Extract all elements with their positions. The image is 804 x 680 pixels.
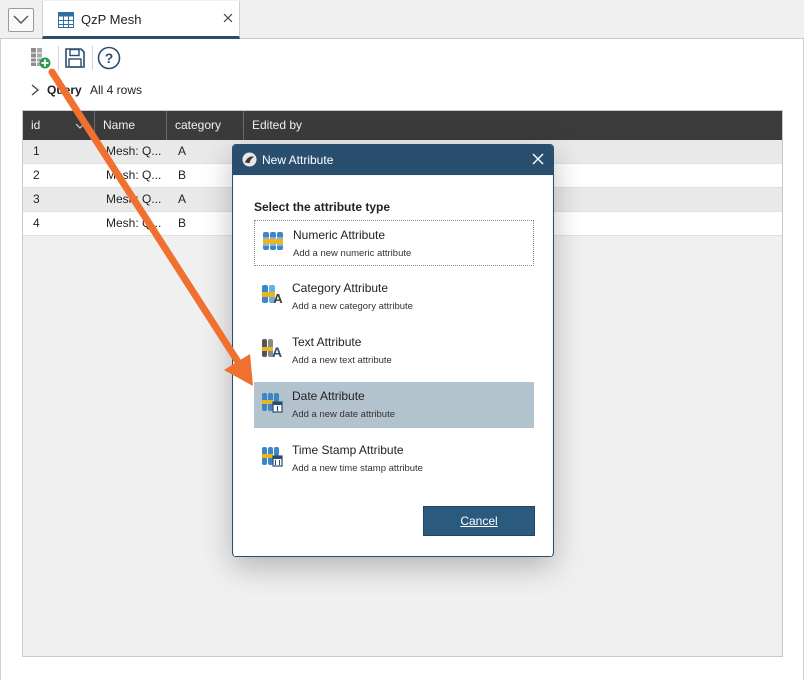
svg-text:A: A	[272, 344, 282, 359]
option-description: Add a new time stamp attribute	[292, 463, 423, 474]
dialog-body: Select the attribute type Numeric Attrib…	[234, 176, 552, 556]
dialog-subtitle: Select the attribute type	[254, 200, 391, 214]
cell-category: A	[178, 192, 187, 206]
dialog-title-bar[interactable]: New Attribute	[233, 145, 553, 175]
option-label: Date Attribute	[292, 389, 365, 403]
toolbar-separator	[92, 46, 93, 70]
tab-strip: QzP Mesh	[0, 0, 804, 39]
option-time-stamp-attribute[interactable]: Time Stamp Attribute Add a new time stam…	[254, 436, 534, 482]
option-date-attribute[interactable]: Date Attribute Add a new date attribute	[254, 382, 534, 428]
column-header-label: Name	[103, 118, 136, 132]
cell-category: B	[178, 168, 187, 182]
option-text-attribute[interactable]: A Text Attribute Add a new text attribut…	[254, 328, 534, 374]
category-attribute-icon: A	[262, 285, 283, 305]
option-description: Add a new category attribute	[292, 301, 413, 312]
option-description: Add a new numeric attribute	[293, 248, 412, 259]
column-header-label: category	[175, 118, 222, 132]
date-attribute-icon	[262, 393, 283, 413]
cell-name: Mesh: Q...	[106, 144, 162, 158]
option-label: Text Attribute	[292, 335, 362, 349]
cell-category: B	[178, 216, 187, 230]
cell-name: Mesh: Q...	[106, 216, 162, 230]
dialog-title: New Attribute	[262, 153, 334, 167]
option-label: Category Attribute	[292, 281, 389, 295]
app-logo-icon	[242, 152, 257, 167]
option-numeric-attribute[interactable]: Numeric Attribute Add a new numeric attr…	[254, 220, 534, 266]
sort-chevron-icon[interactable]	[75, 123, 85, 129]
query-label[interactable]: Query	[47, 83, 82, 97]
table-header: id Name category Edited by	[23, 111, 782, 140]
close-icon[interactable]	[532, 153, 544, 165]
cell-name: Mesh: Q...	[106, 192, 162, 206]
save-icon	[65, 48, 85, 68]
time-stamp-attribute-icon	[262, 447, 283, 467]
new-attribute-dialog: New Attribute Select the attribute type …	[232, 144, 554, 557]
column-header-name[interactable]: Name	[95, 111, 167, 140]
tab-label: QzP Mesh	[81, 12, 142, 27]
text-attribute-icon: A	[262, 339, 282, 359]
new-attribute-button[interactable]	[25, 44, 55, 72]
tab-list-dropdown[interactable]	[8, 8, 34, 32]
option-category-attribute[interactable]: A Category Attribute Add a new category …	[254, 274, 534, 320]
column-header-id[interactable]: id	[23, 111, 95, 140]
column-header-category[interactable]: category	[167, 111, 244, 140]
svg-text:?: ?	[105, 50, 114, 66]
column-header-label: Edited by	[252, 118, 303, 132]
numeric-attribute-icon	[263, 232, 283, 250]
help-icon: ?	[97, 46, 121, 70]
svg-text:A: A	[273, 291, 283, 305]
table-add-icon	[31, 48, 51, 69]
cell-id: 4	[33, 216, 40, 230]
save-button[interactable]	[60, 44, 90, 72]
toolbar-separator	[58, 46, 59, 70]
column-header-edited-by[interactable]: Edited by	[244, 111, 782, 140]
cell-name: Mesh: Q...	[106, 168, 162, 182]
query-rows-summary: All 4 rows	[90, 83, 143, 97]
close-icon[interactable]	[223, 13, 233, 23]
cell-category: A	[178, 144, 187, 158]
chevron-down-icon	[13, 15, 29, 24]
option-label: Time Stamp Attribute	[292, 443, 404, 457]
option-description: Add a new text attribute	[292, 355, 392, 366]
tab-qzp-mesh[interactable]: QzP Mesh	[42, 1, 240, 39]
cell-id: 3	[33, 192, 40, 206]
option-label: Numeric Attribute	[293, 228, 386, 242]
cancel-button[interactable]: Cancel	[423, 506, 535, 536]
help-button[interactable]: ?	[94, 44, 124, 72]
chevron-right-icon[interactable]	[30, 84, 40, 96]
column-header-label: id	[31, 118, 41, 132]
table-icon	[58, 12, 74, 28]
cell-id: 2	[33, 168, 40, 182]
cell-id: 1	[33, 144, 40, 158]
option-description: Add a new date attribute	[292, 409, 395, 420]
